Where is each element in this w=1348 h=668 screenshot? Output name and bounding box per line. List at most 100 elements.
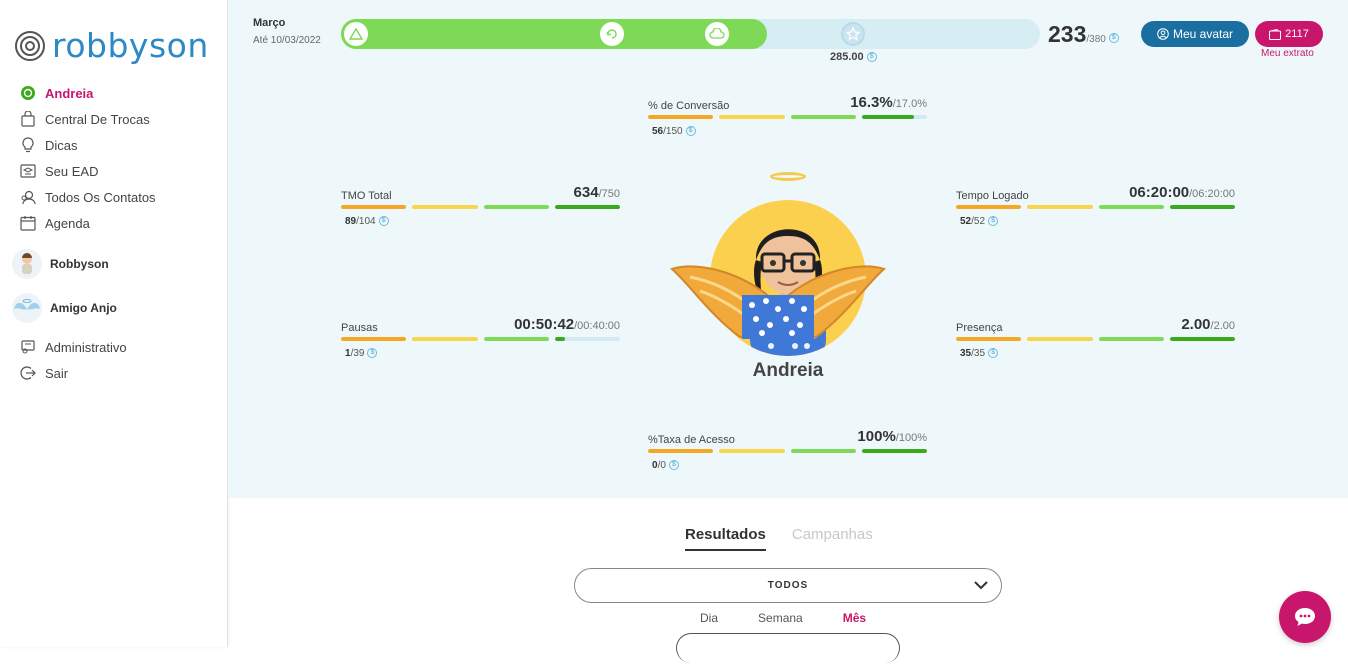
metric-segment — [790, 115, 856, 119]
period-semana[interactable]: Semana — [758, 611, 803, 625]
metric-points: 89/104 $ — [345, 216, 620, 227]
period-month: Março — [253, 17, 286, 29]
sidebar-item-central-de-trocas[interactable]: Central De Trocas — [20, 106, 220, 132]
wallet-icon — [1269, 28, 1282, 40]
metric-points-value: 56 — [652, 126, 664, 137]
tab-campanhas[interactable]: Campanhas — [792, 526, 873, 551]
goal-value: 285.00 $ — [830, 51, 877, 63]
metric-segment — [1169, 205, 1235, 209]
metric-segments — [956, 337, 1235, 341]
metric-points-value: 52 — [960, 216, 972, 227]
metric-points-max: /52 — [971, 216, 986, 227]
metric-segment-fill — [790, 115, 856, 119]
metric-tempo-logado[interactable]: Tempo Logado 06:20:00/06:20:00 52/52 $ — [956, 182, 1235, 227]
metric-target: /17.0% — [892, 98, 927, 110]
metric-value: 16.3% — [850, 94, 893, 111]
metric-segment — [956, 205, 1022, 209]
my-avatar-label: Meu avatar — [1172, 27, 1234, 41]
filter-select[interactable]: TODOS — [574, 568, 1002, 603]
milestone-icon — [705, 22, 729, 46]
sidebar-item-sair[interactable]: Sair — [20, 360, 220, 386]
sidebar-item-dicas[interactable]: Dicas — [20, 132, 220, 158]
metric-presenca[interactable]: Presença 2.00/2.00 35/35 $ — [956, 314, 1235, 359]
dashboard-panel: Março Até 10/03/2022 285.00 $ 233/380 $ Me… — [228, 0, 1348, 498]
metric-pausas[interactable]: Pausas 00:50:42/00:40:00 1/39 $ — [341, 314, 620, 359]
contacts-icon — [20, 189, 36, 205]
metric-segment-fill — [861, 115, 914, 119]
star-goal-icon — [841, 22, 865, 46]
milestone-icon — [344, 22, 368, 46]
extrato-button[interactable]: 2117 — [1255, 21, 1323, 47]
metric-target: /100% — [895, 432, 927, 444]
period-until: Até 10/03/2022 — [253, 35, 321, 46]
sidebar-item-label: Seu EAD — [45, 163, 99, 179]
metric-segment-fill — [1027, 337, 1093, 341]
score-max: /380 — [1086, 34, 1106, 45]
sidebar-item-andreia[interactable]: Andreia — [20, 80, 220, 106]
period-dia[interactable]: Dia — [700, 611, 718, 625]
my-avatar-button[interactable]: Meu avatar — [1141, 21, 1249, 47]
metric-segment-fill — [1169, 337, 1235, 341]
metric-segment — [648, 115, 714, 119]
period-mes[interactable]: Mês — [843, 611, 866, 625]
graduation-icon — [20, 163, 36, 179]
sidebar-nav: Andreia Central De Trocas Dicas Seu EAD … — [12, 80, 220, 386]
coin-icon: $ — [378, 216, 389, 227]
metric-target: /00:40:00 — [574, 320, 620, 332]
brand-logo[interactable]: robbyson — [14, 26, 209, 65]
metric-segments — [341, 205, 620, 209]
metric-tmo[interactable]: TMO Total 634/750 89/104 $ — [341, 182, 620, 227]
angel-avatar — [12, 293, 42, 323]
sidebar-item-seu-ead[interactable]: Seu EAD — [20, 158, 220, 184]
metric-segment — [1027, 337, 1093, 341]
metric-label: Presença — [956, 322, 1003, 334]
metric-segment-fill — [648, 449, 714, 453]
sidebar-item-amigo-anjo[interactable]: Amigo Anjo — [12, 286, 220, 330]
extrato-link[interactable]: Meu extrato — [1261, 48, 1314, 59]
chat-button[interactable] — [1279, 591, 1331, 643]
sidebar-item-label: Sair — [45, 365, 69, 381]
monthly-progress-bar — [341, 19, 1040, 49]
metric-segment — [412, 205, 478, 209]
metric-segment — [554, 205, 620, 209]
metric-segment-fill — [341, 205, 407, 209]
robbyson-avatar — [12, 249, 42, 279]
metric-label: % de Conversão — [648, 100, 730, 112]
metric-points-value: 89 — [345, 216, 357, 227]
metric-target: /2.00 — [1210, 320, 1235, 332]
score-display: 233/380 $ — [1048, 21, 1119, 48]
angel-wings-icon — [670, 265, 886, 339]
metric-taxa-acesso[interactable]: %Taxa de Acesso 100%/100% 0/0 $ — [648, 426, 927, 471]
metric-points-max: /104 — [356, 216, 376, 227]
date-navigator[interactable] — [676, 633, 900, 663]
tab-resultados[interactable]: Resultados — [685, 526, 766, 551]
coin-icon: $ — [988, 216, 999, 227]
metric-points: 52/52 $ — [960, 216, 1235, 227]
metric-segment — [483, 337, 549, 341]
metric-conversao[interactable]: % de Conversão 16.3%/17.0% 56/150 $ — [648, 92, 927, 137]
metric-segments — [956, 205, 1235, 209]
metric-segment-fill — [341, 337, 407, 341]
metric-segment — [648, 449, 714, 453]
metric-label: Pausas — [341, 322, 378, 334]
metric-segment — [554, 337, 620, 341]
metric-segment-fill — [648, 115, 714, 119]
sidebar-item-todos-os-contatos[interactable]: Todos Os Contatos — [20, 184, 220, 210]
sidebar-item-administrativo[interactable]: Administrativo — [20, 334, 220, 360]
metric-segments — [648, 115, 927, 119]
period-selector: Dia Semana Mês — [700, 611, 866, 625]
user-circle-icon — [20, 85, 36, 101]
metric-segment-fill — [956, 337, 1022, 341]
metric-segment — [341, 337, 407, 341]
monthly-progress-fill — [341, 19, 768, 49]
metric-label: TMO Total — [341, 190, 392, 202]
sidebar-item-agenda[interactable]: Agenda — [20, 210, 220, 236]
results-tabs: Resultados Campanhas — [685, 526, 873, 551]
filter-selected-value: TODOS — [767, 580, 809, 591]
sidebar-item-label: Central De Trocas — [45, 111, 150, 127]
metric-segment-fill — [554, 205, 620, 209]
metric-segment — [1169, 337, 1235, 341]
metric-segment — [341, 205, 407, 209]
sidebar-item-robbyson[interactable]: Robbyson — [12, 242, 220, 286]
sidebar-item-label: Andreia — [45, 85, 94, 101]
